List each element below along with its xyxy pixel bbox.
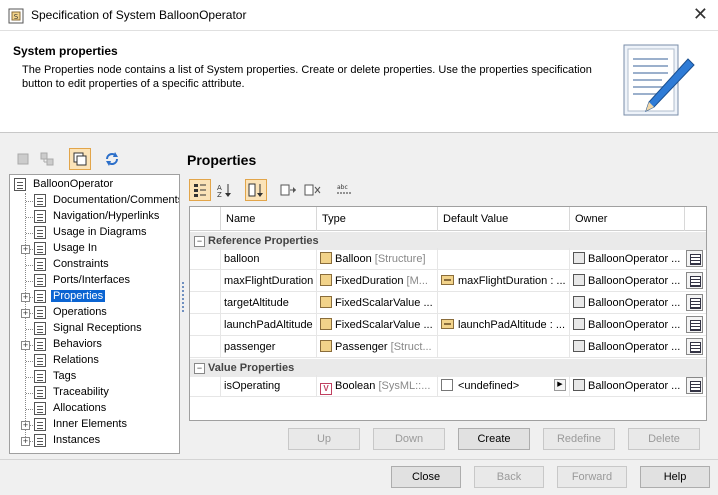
svg-text:S: S <box>14 13 19 21</box>
forward-button[interactable]: Forward <box>557 466 627 488</box>
page-icon <box>34 338 46 351</box>
column-header-spec <box>684 207 706 231</box>
page-icon <box>34 322 46 335</box>
expand-icon[interactable]: + <box>21 245 30 254</box>
window-title: Specification of System BalloonOperator <box>31 8 247 22</box>
page-icon <box>34 434 46 447</box>
expand-all-icon[interactable] <box>36 148 58 170</box>
row-number-header <box>190 207 220 231</box>
column-header-name[interactable]: Name <box>220 207 316 231</box>
value-type-icon <box>320 274 332 286</box>
open-specification-icon[interactable] <box>686 250 703 267</box>
owner-block-icon <box>573 252 585 264</box>
sort-alphabetically-icon[interactable]: AZ <box>213 179 235 201</box>
back-button[interactable]: Back <box>474 466 544 488</box>
owner-block-icon <box>573 379 585 391</box>
block-type-icon <box>320 340 332 352</box>
open-specification-icon[interactable] <box>686 377 703 394</box>
page-icon <box>34 226 46 239</box>
expand-icon[interactable]: + <box>21 309 30 318</box>
spec-window-icon: S <box>8 8 24 24</box>
system-block-icon <box>14 178 26 191</box>
table-row[interactable]: balloon Balloon [Structure] BalloonOpera… <box>190 248 706 270</box>
page-icon <box>34 354 46 367</box>
page-icon <box>34 386 46 399</box>
refresh-icon[interactable] <box>101 148 123 170</box>
footer-divider <box>0 459 718 460</box>
title-bar: S Specification of System BalloonOperato… <box>0 0 718 31</box>
table-row[interactable]: maxFlightDuration FixedDuration [M... ma… <box>190 270 706 292</box>
value-menu-arrow-icon[interactable]: ▶ <box>554 379 566 391</box>
instance-value-icon <box>441 319 454 329</box>
description-header: System properties The Properties node co… <box>0 31 718 133</box>
value-type-icon <box>320 318 332 330</box>
page-icon <box>34 258 46 271</box>
document-pencil-icon <box>623 44 695 116</box>
expand-icon[interactable]: + <box>21 341 30 350</box>
page-icon <box>34 242 46 255</box>
instance-value-icon <box>441 275 454 285</box>
page-icon <box>34 306 46 319</box>
open-specification-icon[interactable] <box>686 338 703 355</box>
expand-icon[interactable]: + <box>21 437 30 446</box>
header-description: The Properties node contains a list of S… <box>22 64 592 90</box>
tree-connector <box>25 193 26 445</box>
column-header-type[interactable]: Type <box>316 207 437 231</box>
table-row[interactable]: launchPadAltitude FixedScalarValue ... l… <box>190 314 706 336</box>
page-icon <box>34 290 46 303</box>
value-type-icon <box>320 296 332 308</box>
owner-block-icon <box>573 318 585 330</box>
table-row[interactable]: targetAltitude FixedScalarValue ... Ball… <box>190 292 706 314</box>
sort-by-owner-icon[interactable] <box>245 179 267 201</box>
specification-tree[interactable]: BalloonOperator Documentation/Comments N… <box>9 174 180 454</box>
owner-block-icon <box>573 296 585 308</box>
delete-button[interactable]: Delete <box>628 428 700 450</box>
page-icon <box>34 402 46 415</box>
header-title: System properties <box>13 44 118 58</box>
page-icon <box>34 194 46 207</box>
create-button[interactable]: Create <box>458 428 530 450</box>
collapse-all-rows-icon[interactable] <box>301 179 323 201</box>
default-value-checkbox[interactable] <box>441 379 453 391</box>
show-all-toggle-icon[interactable] <box>69 148 91 170</box>
up-button[interactable]: Up <box>288 428 360 450</box>
column-header-owner[interactable]: Owner <box>569 207 684 231</box>
close-window-icon[interactable]: ✕ <box>693 4 708 24</box>
close-button[interactable]: Close <box>391 466 461 488</box>
svg-text:Z: Z <box>217 191 222 199</box>
properties-table[interactable]: Name Type Default Value Owner Reference … <box>189 206 707 421</box>
expand-icon[interactable]: + <box>21 293 30 302</box>
tree-root-label: BalloonOperator <box>33 178 114 190</box>
page-icon <box>34 418 46 431</box>
redefine-button[interactable]: Redefine <box>543 428 615 450</box>
expand-icon[interactable]: + <box>21 421 30 430</box>
collapse-all-icon[interactable] <box>12 148 34 170</box>
svg-text:abc: abc <box>337 184 348 191</box>
owner-block-icon <box>573 274 585 286</box>
find-replace-icon[interactable]: abc <box>333 179 355 201</box>
table-row[interactable]: isOperating V Boolean [SysML::... <undefi… <box>190 375 706 397</box>
open-specification-icon[interactable] <box>686 272 703 289</box>
column-header-default[interactable]: Default Value <box>437 207 569 231</box>
block-type-icon <box>320 252 332 264</box>
panel-splitter[interactable] <box>182 282 185 312</box>
owner-block-icon <box>573 340 585 352</box>
page-icon <box>34 210 46 223</box>
down-button[interactable]: Down <box>373 428 445 450</box>
panel-title: Properties <box>187 152 257 168</box>
expand-all-rows-icon[interactable] <box>277 179 299 201</box>
page-icon <box>34 274 46 287</box>
table-row[interactable]: passenger Passenger [Struct... BalloonOp… <box>190 336 706 358</box>
open-specification-icon[interactable] <box>686 294 703 311</box>
page-icon <box>34 370 46 383</box>
group-by-category-icon[interactable] <box>189 179 211 201</box>
open-specification-icon[interactable] <box>686 316 703 333</box>
value-type-v-icon: V <box>320 383 332 395</box>
table-header: Name Type Default Value Owner <box>190 207 706 231</box>
help-button[interactable]: Help <box>640 466 710 488</box>
